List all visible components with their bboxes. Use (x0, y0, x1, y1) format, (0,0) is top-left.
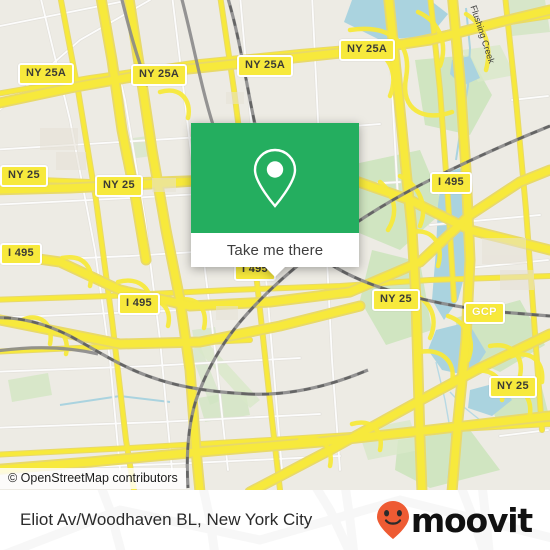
map-attribution: © OpenStreetMap contributors (0, 468, 186, 489)
route-shield: NY 25 (489, 376, 537, 398)
map-pin-icon (253, 148, 297, 208)
moovit-map-screen: .rd { stroke:#f7e93c; fill:none; stroke-… (0, 0, 550, 550)
place-card-header (191, 123, 359, 233)
take-me-there-label: Take me there (226, 241, 324, 259)
route-shield: NY 25A (18, 63, 75, 85)
route-shield: NY 25 (95, 175, 143, 197)
moovit-logo[interactable]: moovit (376, 500, 533, 540)
footer-bar: Eliot Av/Woodhaven BL, New York City moo… (0, 490, 550, 550)
card-pointer-tail (265, 267, 285, 277)
route-shield: NY 25A (339, 39, 396, 61)
moovit-wordmark: moovit (410, 500, 533, 540)
moovit-smiley-pin-icon (376, 501, 409, 539)
place-card[interactable]: Take me there (191, 123, 359, 277)
route-shield: I 495 (118, 293, 160, 315)
route-shield: I 495 (430, 172, 472, 194)
route-shield: NY 25 (372, 289, 420, 311)
route-shield: I 495 (0, 243, 42, 265)
route-shield: NY 25A (237, 55, 294, 77)
station-title: Eliot Av/Woodhaven BL, New York City (20, 510, 313, 529)
route-shield: GCP (464, 302, 505, 324)
take-me-there-button[interactable]: Take me there (191, 233, 359, 277)
route-shield: NY 25 (0, 165, 48, 187)
route-shield: NY 25A (131, 64, 188, 86)
